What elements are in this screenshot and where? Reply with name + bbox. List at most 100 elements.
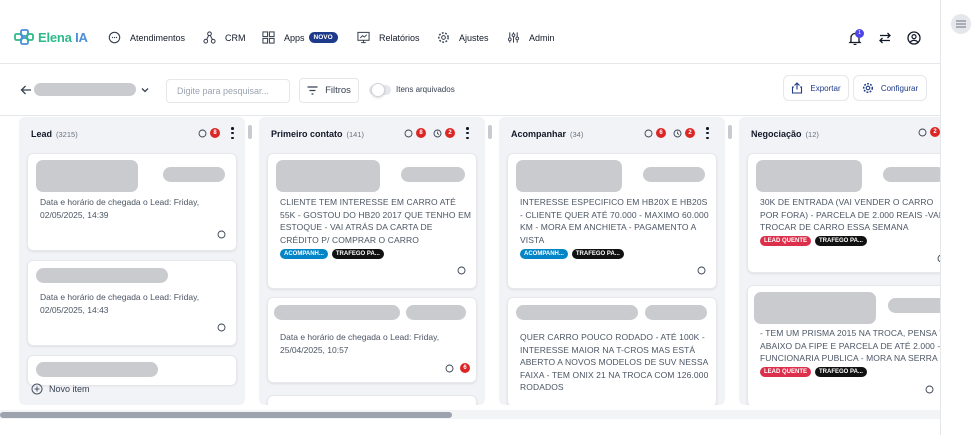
redacted-name bbox=[516, 305, 638, 320]
app-logo[interactable]: Elena IA bbox=[14, 29, 88, 45]
nav-label: Ajustes bbox=[459, 32, 489, 43]
chevron-down-icon[interactable] bbox=[140, 85, 150, 95]
chat-bubble-icon bbox=[108, 31, 121, 44]
lead-card[interactable] bbox=[27, 355, 237, 385]
nav-apps[interactable]: Apps NOVO bbox=[262, 31, 338, 44]
swap-arrows-icon[interactable] bbox=[878, 31, 892, 45]
new-item-label: Novo item bbox=[49, 384, 90, 394]
new-item-button[interactable]: Novo item bbox=[31, 383, 90, 395]
column-menu-icon[interactable] bbox=[466, 127, 469, 139]
search-input[interactable] bbox=[166, 79, 290, 103]
column-indicators: 8 bbox=[198, 127, 234, 139]
tag-badge: TRAFEGO PA... bbox=[815, 367, 867, 377]
column-header: Lead (3215) 8 bbox=[19, 117, 245, 149]
column-scroll-thumb[interactable] bbox=[248, 125, 252, 139]
redacted-name bbox=[36, 268, 168, 283]
column-count: (141) bbox=[346, 130, 365, 139]
menu-button[interactable] bbox=[951, 14, 971, 34]
configure-button[interactable]: Configurar bbox=[853, 75, 927, 101]
column-title: Lead (3215) bbox=[31, 129, 78, 139]
top-navigation: Elena IA Atendimentos CRM Apps NOVO Rela… bbox=[0, 0, 940, 64]
lead-card[interactable]: Data e horário de chegada o Lead: Friday… bbox=[27, 153, 237, 251]
nav-admin[interactable]: Admin bbox=[507, 31, 555, 44]
chat-icon[interactable] bbox=[457, 266, 466, 275]
tag-badge: TRAFEGO PA... bbox=[331, 249, 384, 259]
comment-icon bbox=[644, 129, 653, 137]
archived-toggle-label: Itens arquivados bbox=[396, 85, 455, 94]
column-header: Primeiro contato (141) 8 2 bbox=[259, 117, 485, 149]
column-count: (34) bbox=[570, 130, 584, 139]
column-menu-icon[interactable] bbox=[706, 127, 709, 139]
chat-icon[interactable] bbox=[445, 364, 454, 373]
comment-count-badge: 8 bbox=[210, 128, 220, 138]
card-text: 30K DE ENTRADA (VAI VENDER O CARRO POR F… bbox=[760, 197, 940, 232]
kanban-board: Lead (3215) 8 Data e horário de chegada o… bbox=[0, 117, 940, 405]
new-badge: NOVO bbox=[308, 32, 338, 43]
overdue-count-badge: 2 bbox=[445, 128, 455, 138]
back-arrow-icon[interactable] bbox=[20, 84, 32, 96]
column-primeiro-contato: Primeiro contato (141) 8 2 CLIENTE TEM IN… bbox=[259, 117, 492, 405]
chat-icon[interactable] bbox=[217, 323, 226, 332]
redacted-name bbox=[274, 305, 400, 320]
hamburger-icon bbox=[956, 20, 966, 28]
tag-list: LEAD QUENTE TRAFEGO PA... bbox=[760, 236, 871, 246]
settings-gear-icon bbox=[862, 82, 873, 94]
comment-icon bbox=[198, 129, 207, 137]
redacted-value bbox=[643, 167, 705, 182]
lead-card[interactable]: INTERESSE ESPECIFICO EM HB20X E HB20S - … bbox=[507, 153, 717, 289]
nav-label: CRM bbox=[225, 32, 246, 43]
filter-lines-icon bbox=[307, 86, 318, 95]
redacted-name bbox=[36, 160, 138, 192]
gear-icon bbox=[438, 32, 449, 43]
redacted-name bbox=[756, 160, 862, 192]
column-menu-icon[interactable] bbox=[231, 127, 234, 139]
lead-card[interactable]: - TEM UM PRISMA 2015 NA TROCA, PENSA 7K … bbox=[747, 285, 940, 405]
nav-crm[interactable]: CRM bbox=[203, 31, 246, 44]
redacted-name bbox=[516, 160, 622, 192]
crm-nodes-icon bbox=[203, 31, 216, 44]
archived-toggle-knob[interactable] bbox=[371, 83, 385, 97]
user-account-icon[interactable] bbox=[907, 31, 921, 45]
column-indicators: 2 bbox=[918, 127, 940, 137]
redacted-value bbox=[163, 167, 225, 182]
card-text: CLIENTE TEM INTERESSE EM CARRO ATÉ 55K -… bbox=[280, 197, 472, 245]
tag-list: ACOMPANH... TRAFEGO PA... bbox=[280, 249, 388, 259]
lead-card[interactable]: Data e horário de chegada o Lead: Friday… bbox=[267, 297, 477, 383]
nav-relatorios[interactable]: Relatórios bbox=[357, 31, 420, 44]
chat-icon[interactable] bbox=[925, 385, 934, 394]
board-selector-redacted[interactable] bbox=[34, 83, 136, 96]
nav-ajustes[interactable]: Ajustes bbox=[437, 31, 489, 44]
filters-label: Filtros bbox=[325, 85, 351, 96]
redacted-name bbox=[754, 292, 876, 324]
tag-badge: ACOMPANH... bbox=[520, 249, 568, 259]
lead-card[interactable] bbox=[267, 395, 477, 405]
lead-card[interactable]: Data e horário de chegada o Lead: Friday… bbox=[27, 260, 237, 346]
lead-card[interactable]: CLIENTE TEM INTERESSE EM CARRO ATÉ 55K -… bbox=[267, 153, 477, 289]
nav-atendimentos[interactable]: Atendimentos bbox=[108, 31, 185, 44]
board-toolbar: Filtros Itens arquivados Exportar Config… bbox=[0, 64, 940, 116]
column-acompanhar: Acompanhar (34) 6 2 INTERESSE ESPECIFICO … bbox=[499, 117, 732, 405]
tag-badge: LEAD QUENTE bbox=[760, 236, 812, 246]
column-scroll-thumb[interactable] bbox=[488, 125, 492, 139]
nav-label: Relatórios bbox=[379, 32, 420, 43]
report-board-icon bbox=[357, 31, 370, 44]
lead-card[interactable]: QUER CARRO POUCO RODADO - ATÉ 100K - INT… bbox=[507, 297, 717, 405]
tag-list: LEAD QUENTE TRAFEGO PA... bbox=[760, 367, 871, 377]
column-count: (3215) bbox=[56, 130, 78, 139]
notification-count: 1 bbox=[855, 29, 864, 38]
lead-card[interactable]: 30K DE ENTRADA (VAI VENDER O CARRO POR F… bbox=[747, 153, 940, 273]
chat-icon[interactable] bbox=[697, 266, 706, 275]
horizontal-scrollbar-thumb[interactable] bbox=[0, 412, 452, 418]
logo-text: Elena IA bbox=[38, 29, 88, 45]
card-text: Data e horário de chegada o Lead: Friday… bbox=[40, 292, 200, 315]
chat-icon[interactable] bbox=[217, 230, 226, 239]
card-text: INTERESSE ESPECIFICO EM HB20X E HB20S - … bbox=[520, 197, 709, 245]
export-button[interactable]: Exportar bbox=[783, 75, 849, 101]
redacted-value bbox=[406, 305, 466, 320]
sliders-icon bbox=[507, 32, 520, 43]
redacted-name bbox=[36, 362, 158, 377]
filters-button[interactable]: Filtros bbox=[299, 78, 359, 103]
column-scroll-thumb[interactable] bbox=[728, 125, 732, 139]
column-header: Acompanhar (34) 6 2 bbox=[499, 117, 725, 149]
chat-icon[interactable] bbox=[937, 254, 940, 263]
